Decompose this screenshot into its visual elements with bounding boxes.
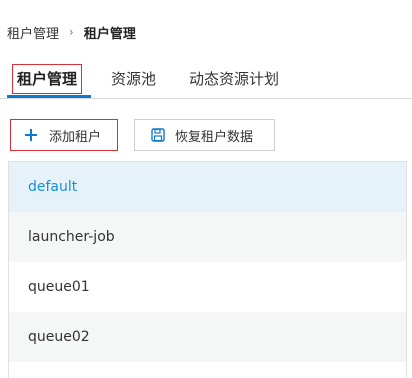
add-tenant-button[interactable]: 添加租户 [10,119,118,151]
queue-item-launcher-job[interactable]: launcher-job [9,212,406,262]
plus-icon [25,129,37,141]
breadcrumb-current: 租户管理 [83,26,136,42]
add-tenant-label: 添加租户 [49,129,102,145]
restore-tenant-data-label: 恢复租户数据 [175,129,254,145]
queue-item-queue01[interactable]: queue01 [9,262,406,312]
queue-item-queue02[interactable]: queue02 [9,312,406,362]
queue-item-default[interactable]: default [9,162,406,212]
tab-bar: 租户管理 资源池 动态资源计划 [0,62,412,99]
tab-resource-pool[interactable]: 资源池 [111,64,156,94]
tenant-management-page: 租户管理 › 租户管理 租户管理 资源池 动态资源计划 添加租户 恢复租户数据 … [0,0,412,378]
breadcrumb-parent-link[interactable]: 租户管理 [7,23,59,42]
restore-tenant-data-button[interactable]: 恢复租户数据 [134,119,275,151]
save-icon [151,128,165,142]
breadcrumb-separator: › [69,25,74,39]
tab-dynamic-resource-plan[interactable]: 动态资源计划 [189,64,279,94]
breadcrumb: 租户管理 › 租户管理 [7,22,136,42]
active-tab-indicator [7,95,91,98]
tab-tenant-management[interactable]: 租户管理 [12,64,83,94]
tenant-queue-list: default launcher-job queue01 queue02 [8,161,407,378]
